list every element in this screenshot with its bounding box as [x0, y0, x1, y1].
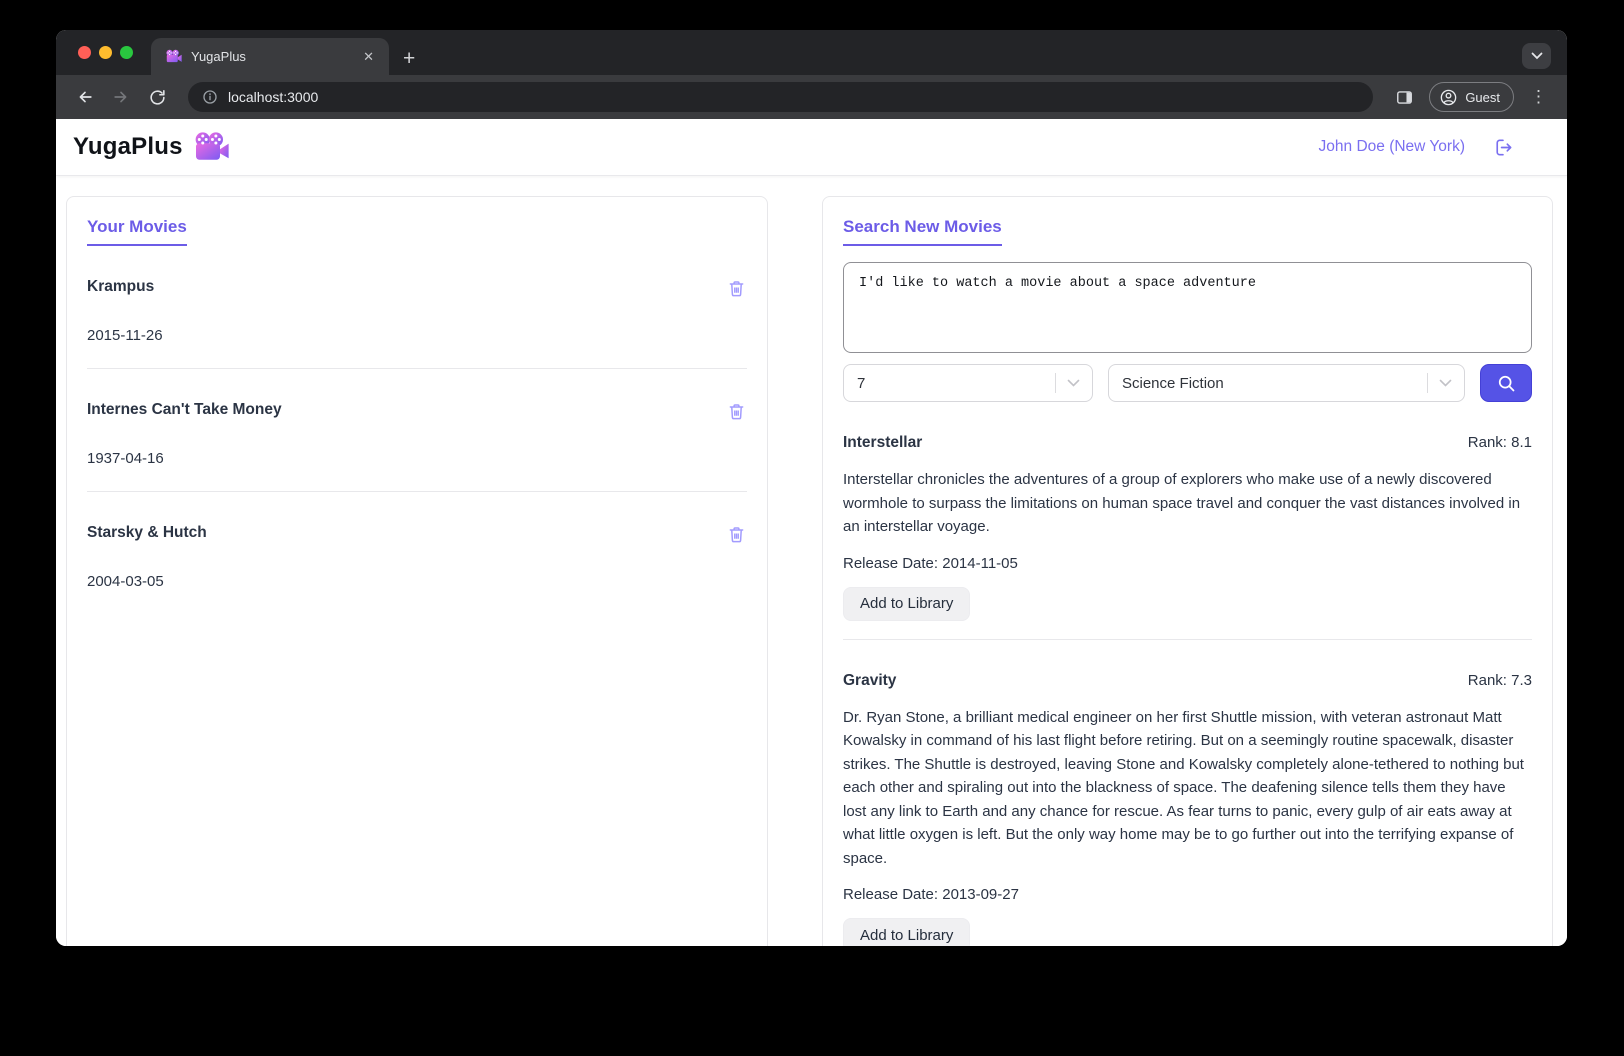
- genre-value: Science Fiction: [1122, 375, 1427, 392]
- new-tab-button[interactable]: +: [389, 48, 415, 75]
- result-count-value: 7: [857, 375, 1055, 392]
- chevron-down-icon: [1428, 379, 1464, 387]
- tab-title: YugaPlus: [191, 49, 349, 64]
- close-window-button[interactable]: [78, 46, 91, 59]
- movie-release-date: 2004-03-05: [87, 573, 747, 590]
- site-info-icon[interactable]: [202, 89, 218, 105]
- select-suffix: [1427, 365, 1464, 401]
- app-title: YugaPlus: [73, 133, 183, 161]
- desktop-background: YugaPlus ✕ +: [0, 0, 1624, 1056]
- result-count-select[interactable]: 7: [843, 364, 1093, 402]
- browser-toolbar: localhost:3000 Guest ⋮: [56, 75, 1567, 119]
- result-description: Interstellar chronicles the adventures o…: [843, 468, 1532, 539]
- result-rank: Rank: 8.1: [1468, 434, 1532, 451]
- chevron-down-icon: [1531, 52, 1543, 60]
- search-icon: [1496, 373, 1517, 394]
- web-page: YugaPlus: [56, 119, 1567, 946]
- movie-title: Internes Can't Take Money: [87, 401, 282, 419]
- result-header: Gravity Rank: 7.3: [843, 672, 1532, 690]
- library-movie-row: Krampus: [87, 278, 747, 299]
- movie-release-date: 1937-04-16: [87, 450, 747, 467]
- add-to-library-button[interactable]: Add to Library: [843, 918, 970, 946]
- browser-tab[interactable]: YugaPlus ✕: [151, 38, 389, 75]
- select-suffix: [1055, 365, 1092, 401]
- chevron-down-icon: [1056, 379, 1092, 387]
- window-controls: [56, 30, 151, 75]
- trash-icon: [726, 524, 747, 545]
- result-movie-title: Interstellar: [843, 434, 922, 452]
- result-release-date: Release Date: 2013-09-27: [843, 886, 1532, 903]
- maximize-window-button[interactable]: [120, 46, 133, 59]
- side-panel-icon: [1395, 88, 1414, 107]
- add-to-library-button[interactable]: Add to Library: [843, 587, 970, 621]
- reload-button[interactable]: [142, 82, 172, 112]
- movie-title: Starsky & Hutch: [87, 524, 207, 542]
- url-text: localhost:3000: [228, 89, 318, 105]
- main-content: Your Movies Krampus 2015-11-26: [56, 176, 1567, 946]
- divider: [87, 491, 747, 492]
- side-panel-button[interactable]: [1389, 82, 1419, 112]
- forward-button[interactable]: [106, 82, 136, 112]
- divider: [843, 639, 1532, 640]
- logout-icon: [1491, 136, 1514, 159]
- movie-title: Krampus: [87, 278, 154, 296]
- browser-tab-strip: YugaPlus ✕ +: [56, 30, 1567, 75]
- back-button[interactable]: [70, 82, 100, 112]
- address-bar[interactable]: localhost:3000: [188, 82, 1373, 112]
- delete-movie-button[interactable]: [726, 401, 747, 422]
- app-brand: YugaPlus: [73, 132, 229, 162]
- search-result: Gravity Rank: 7.3 Dr. Ryan Stone, a bril…: [843, 672, 1532, 947]
- user-area: John Doe (New York): [1319, 136, 1550, 159]
- result-header: Interstellar Rank: 8.1: [843, 434, 1532, 452]
- forward-arrow-icon: [111, 87, 131, 107]
- genre-select[interactable]: Science Fiction: [1108, 364, 1465, 402]
- your-movies-panel: Your Movies Krampus 2015-11-26: [66, 196, 768, 946]
- divider: [87, 368, 747, 369]
- trash-icon: [726, 401, 747, 422]
- search-query-input[interactable]: I'd like to watch a movie about a space …: [843, 262, 1532, 353]
- minimize-window-button[interactable]: [99, 46, 112, 59]
- your-movies-title: Your Movies: [87, 217, 187, 246]
- result-movie-title: Gravity: [843, 672, 896, 690]
- movie-camera-logo-icon: [193, 132, 229, 162]
- tab-search-chevron-button[interactable]: [1522, 43, 1551, 69]
- search-movies-panel: Search New Movies I'd like to watch a mo…: [822, 196, 1553, 946]
- library-movie-row: Internes Can't Take Money: [87, 401, 747, 422]
- tab-favicon-movie-camera-icon: [165, 49, 182, 64]
- result-rank: Rank: 7.3: [1468, 672, 1532, 689]
- tab-close-icon[interactable]: ✕: [358, 47, 379, 66]
- search-controls: 7 Science Fiction: [843, 364, 1532, 402]
- browser-menu-button[interactable]: ⋮: [1524, 87, 1553, 107]
- trash-icon: [726, 278, 747, 299]
- reload-icon: [148, 88, 167, 107]
- library-movie-row: Starsky & Hutch: [87, 524, 747, 545]
- logged-in-user-label: John Doe (New York): [1319, 138, 1465, 156]
- guest-profile-label: Guest: [1465, 90, 1500, 105]
- search-result: Interstellar Rank: 8.1 Interstellar chro…: [843, 434, 1532, 621]
- app-header: YugaPlus: [56, 119, 1567, 176]
- result-description: Dr. Ryan Stone, a brilliant medical engi…: [843, 706, 1532, 871]
- search-movies-title: Search New Movies: [843, 217, 1002, 246]
- delete-movie-button[interactable]: [726, 278, 747, 299]
- movie-release-date: 2015-11-26: [87, 327, 747, 344]
- logout-button[interactable]: [1491, 136, 1514, 159]
- delete-movie-button[interactable]: [726, 524, 747, 545]
- guest-avatar-icon: [1439, 88, 1458, 107]
- browser-profile-button[interactable]: Guest: [1429, 82, 1514, 112]
- search-button[interactable]: [1480, 364, 1532, 402]
- browser-window: YugaPlus ✕ +: [56, 30, 1567, 946]
- result-release-date: Release Date: 2014-11-05: [843, 555, 1532, 572]
- back-arrow-icon: [75, 87, 95, 107]
